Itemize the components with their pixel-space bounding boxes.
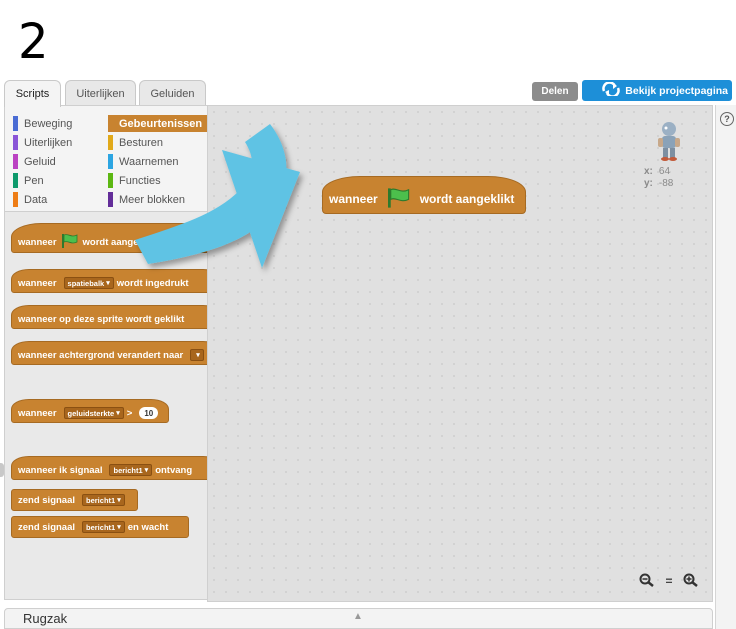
loudness-value-input[interactable]: 10: [139, 407, 159, 419]
category-color-swatch: [108, 135, 113, 150]
block-text: wanneer: [18, 236, 57, 248]
block-text: zend signaal: [18, 494, 76, 506]
script-area[interactable]: wanneer wordt aangeklikt x: 64 y: -88 =: [207, 105, 713, 602]
block-text: wordt ingedrukt: [116, 277, 189, 289]
broadcast-block[interactable]: zend signaal bericht1: [11, 489, 138, 511]
category-more-blocks[interactable]: Meer blokken: [108, 191, 185, 208]
category-color-swatch: [108, 192, 113, 207]
block-text: wanneer: [18, 407, 57, 419]
backpack-label: Rugzak: [23, 611, 68, 626]
backdrop-dropdown[interactable]: [190, 349, 204, 361]
block-text: ontvang: [155, 464, 193, 476]
zoom-in-icon: [683, 573, 699, 590]
share-button[interactable]: Delen: [532, 82, 578, 101]
category-label: Pen: [24, 174, 44, 187]
when-flag-clicked-script-block[interactable]: wanneer wordt aangeklikt: [322, 176, 526, 214]
category-color-swatch: [13, 173, 18, 188]
green-flag-icon: [386, 187, 412, 212]
category-sound[interactable]: Geluid: [13, 153, 56, 170]
block-text: wanneer: [18, 277, 57, 289]
sprite-thumbnail-icon: [654, 120, 684, 162]
category-pen[interactable]: Pen: [13, 172, 44, 189]
sprite-info: x: 64 y: -88: [644, 120, 694, 190]
help-button[interactable]: ?: [720, 112, 734, 126]
category-events[interactable]: Gebeurtenissen: [108, 115, 207, 132]
message-dropdown[interactable]: bericht1: [109, 464, 153, 476]
category-label: Uiterlijken: [24, 136, 73, 149]
block-text: zend signaal: [18, 521, 76, 533]
category-color-swatch: [13, 135, 18, 150]
category-color-swatch: [13, 116, 18, 131]
refresh-arrows-icon: [601, 81, 621, 99]
when-loudness-block[interactable]: wanneer geluidsterkte > 10: [11, 399, 169, 423]
category-color-swatch: [13, 154, 18, 169]
category-control[interactable]: Besturen: [108, 134, 163, 151]
category-motion[interactable]: Beweging: [13, 115, 72, 132]
category-color-swatch: [108, 173, 113, 188]
see-project-page-button[interactable]: Bekijk projectpagina: [582, 80, 732, 101]
category-operators[interactable]: Functies: [108, 172, 161, 189]
green-flag-icon: [61, 233, 79, 252]
palette-scroll-handle[interactable]: [0, 463, 4, 477]
category-label: Meer blokken: [119, 193, 186, 206]
when-i-receive-block[interactable]: wanneer ik signaal bericht1 ontvang: [11, 456, 207, 480]
zoom-out-icon: [639, 573, 655, 590]
help-strip: ?: [715, 105, 736, 629]
category-color-swatch: [108, 116, 113, 131]
tab-costumes[interactable]: Uiterlijken: [65, 80, 136, 106]
category-looks[interactable]: Uiterlijken: [13, 134, 72, 151]
tab-sounds[interactable]: Geluiden: [139, 80, 206, 106]
category-label: Functies: [119, 174, 161, 187]
category-color-swatch: [108, 154, 113, 169]
block-text: wanneer achtergrond verandert naar: [18, 349, 184, 361]
when-sprite-clicked-block[interactable]: wanneer op deze sprite wordt geklikt: [11, 305, 207, 329]
category-color-swatch: [13, 192, 18, 207]
block-text: >: [126, 407, 133, 419]
block-text: wanneer ik signaal: [18, 464, 103, 476]
block-text: wordt aangeklikt: [419, 192, 515, 206]
message-dropdown[interactable]: bericht1: [82, 494, 125, 506]
block-text: en wacht: [127, 521, 169, 533]
when-flag-clicked-block[interactable]: wanneer wordt aangeklikt: [11, 223, 207, 253]
category-data[interactable]: Data: [13, 191, 47, 208]
broadcast-and-wait-block[interactable]: zend signaal bericht1 en wacht: [11, 516, 189, 538]
category-label: Gebeurtenissen: [119, 117, 203, 130]
y-coordinate: y: -88: [644, 178, 694, 190]
x-label: x:: [644, 166, 653, 177]
block-palette: Beweging Uiterlijken Geluid Pen Data Geb…: [4, 105, 207, 600]
category-label: Geluid: [24, 155, 56, 168]
zoom-reset-button[interactable]: =: [660, 573, 678, 589]
block-text: wordt aangeklikt: [82, 236, 158, 248]
tab-scripts[interactable]: Scripts: [4, 80, 61, 107]
category-list: Beweging Uiterlijken Geluid Pen Data Geb…: [5, 106, 207, 212]
zoom-controls: =: [638, 573, 700, 589]
loudness-dropdown[interactable]: geluidsterkte: [63, 407, 124, 419]
when-key-pressed-block[interactable]: wanneer spatiebalk wordt ingedrukt: [11, 269, 207, 293]
category-label: Besturen: [119, 136, 164, 149]
y-label: y:: [644, 178, 653, 189]
zoom-out-button[interactable]: [638, 573, 656, 589]
zoom-in-button[interactable]: [682, 573, 700, 589]
block-text: wanneer op deze sprite wordt geklikt: [18, 313, 185, 325]
key-dropdown[interactable]: spatiebalk: [63, 277, 114, 289]
category-label: Data: [24, 193, 48, 206]
see-project-page-label: Bekijk projectpagina: [625, 84, 728, 97]
block-text: wanneer: [329, 192, 378, 206]
expand-arrow-icon[interactable]: ▲: [353, 611, 363, 622]
backpack-bar[interactable]: Rugzak ▲: [4, 608, 713, 629]
blocks-list: wanneer wordt aangeklikt wanneer spatieb…: [5, 213, 207, 599]
message-dropdown[interactable]: bericht1: [82, 521, 125, 533]
x-coordinate: x: 64: [644, 166, 694, 178]
category-sensing[interactable]: Waarnemen: [108, 153, 179, 170]
when-backdrop-switches-block[interactable]: wanneer achtergrond verandert naar: [11, 341, 207, 365]
step-number: 2: [18, 14, 49, 70]
category-label: Waarnemen: [119, 155, 179, 168]
x-value: 64: [658, 166, 671, 177]
category-label: Beweging: [24, 117, 73, 130]
y-value: -88: [658, 178, 674, 189]
